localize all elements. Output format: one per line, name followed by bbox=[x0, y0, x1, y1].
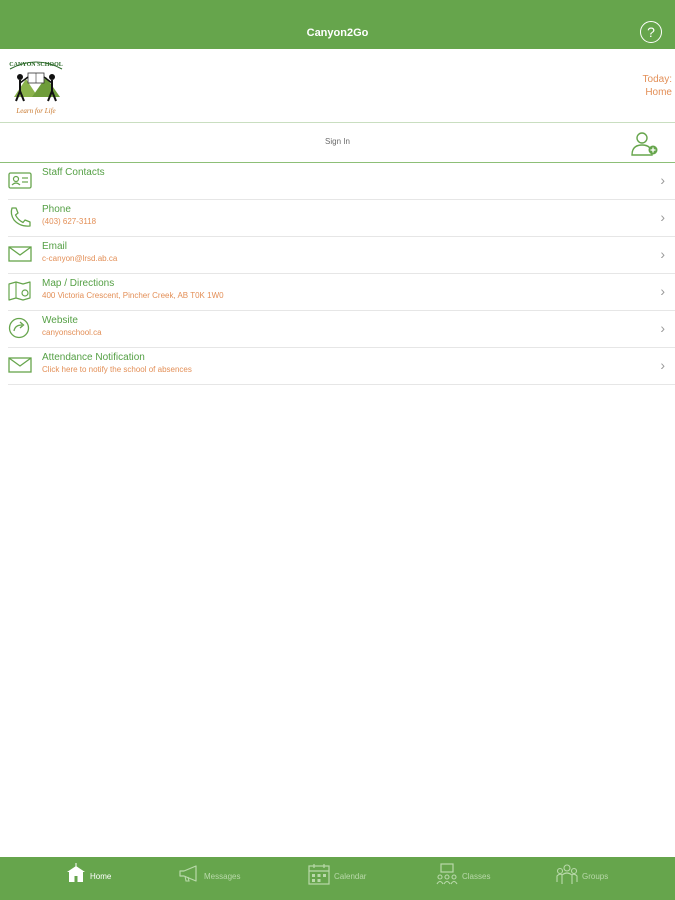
app-title: Canyon2Go bbox=[306, 27, 369, 39]
list-item-label: Staff Contacts bbox=[42, 167, 105, 178]
list-item-sub: c-canyon@lrsd.ab.ca bbox=[42, 254, 118, 263]
tab-label: Classes bbox=[462, 872, 491, 881]
logo-top-text: CANYON SCHOOL bbox=[9, 62, 63, 68]
list-item-label: Attendance Notification bbox=[42, 352, 145, 363]
tab-classes[interactable]: Classes bbox=[436, 861, 506, 895]
sign-in-bar[interactable]: Sign In bbox=[0, 123, 675, 163]
envelope-icon bbox=[8, 357, 32, 373]
list-item-website[interactable]: Website canyonschool.ca › bbox=[8, 311, 675, 348]
list-item-label: Phone bbox=[42, 204, 71, 215]
chevron-right-icon: › bbox=[660, 320, 665, 336]
map-icon bbox=[8, 281, 31, 301]
tab-label: Groups bbox=[582, 872, 609, 881]
classroom-icon bbox=[436, 863, 458, 885]
today-indicator: Today: Home bbox=[643, 73, 672, 99]
school-header: CANYON SCHOOL Learn for Life Today: Home bbox=[0, 49, 675, 123]
list-item-sub: (403) 627-3118 bbox=[42, 217, 97, 226]
list-item-map-directions[interactable]: Map / Directions 400 Victoria Crescent, … bbox=[8, 274, 675, 311]
tab-label: Home bbox=[90, 872, 112, 881]
list-item-label: Email bbox=[42, 241, 68, 252]
tab-label: Calendar bbox=[334, 872, 367, 881]
tab-calendar[interactable]: Calendar bbox=[308, 861, 378, 895]
envelope-icon bbox=[8, 246, 32, 262]
list-item-label: Map / Directions bbox=[42, 278, 115, 289]
logo-bottom-text: Learn for Life bbox=[15, 107, 55, 115]
calendar-icon bbox=[308, 864, 330, 885]
list-item-sub: canyonschool.ca bbox=[42, 328, 102, 337]
tab-label: Messages bbox=[204, 872, 241, 881]
chevron-right-icon: › bbox=[660, 172, 665, 188]
phone-icon bbox=[10, 207, 31, 227]
sign-in-label[interactable]: Sign In bbox=[0, 137, 675, 146]
globe-arrow-icon bbox=[8, 317, 30, 339]
list-item-staff-contacts[interactable]: Staff Contacts › bbox=[8, 163, 675, 200]
list-item-label: Website bbox=[42, 315, 78, 326]
add-user-icon[interactable] bbox=[630, 131, 660, 157]
top-nav-bar: Canyon2Go ? bbox=[0, 0, 675, 49]
group-icon bbox=[556, 864, 578, 884]
school-logo: CANYON SCHOOL Learn for Life bbox=[9, 61, 63, 115]
school-icon bbox=[67, 863, 85, 882]
list-item-email[interactable]: Email c-canyon@lrsd.ab.ca › bbox=[8, 237, 675, 274]
chevron-right-icon: › bbox=[660, 209, 665, 225]
megaphone-icon bbox=[179, 865, 197, 882]
today-value: Home bbox=[645, 87, 672, 98]
today-label: Today: bbox=[642, 74, 672, 85]
chevron-right-icon: › bbox=[660, 357, 665, 373]
contact-card-icon bbox=[8, 172, 32, 189]
tab-home[interactable]: Home bbox=[66, 861, 126, 895]
chevron-right-icon: › bbox=[660, 246, 665, 262]
help-icon[interactable]: ? bbox=[640, 21, 662, 43]
list-item-phone[interactable]: Phone (403) 627-3118 › bbox=[8, 200, 675, 237]
chevron-right-icon: › bbox=[660, 283, 665, 299]
list-item-attendance-notification[interactable]: Attendance Notification Click here to no… bbox=[8, 348, 675, 385]
tab-messages[interactable]: Messages bbox=[178, 861, 248, 895]
list-item-sub: Click here to notify the school of absen… bbox=[42, 365, 192, 374]
list-item-sub: 400 Victoria Crescent, Pincher Creek, AB… bbox=[42, 291, 224, 300]
info-list: Staff Contacts › Phone (403) 627-3118 › … bbox=[0, 163, 675, 385]
bottom-tab-bar: Home Messages Calendar Classes Groups bbox=[0, 857, 675, 900]
tab-groups[interactable]: Groups bbox=[556, 861, 626, 895]
